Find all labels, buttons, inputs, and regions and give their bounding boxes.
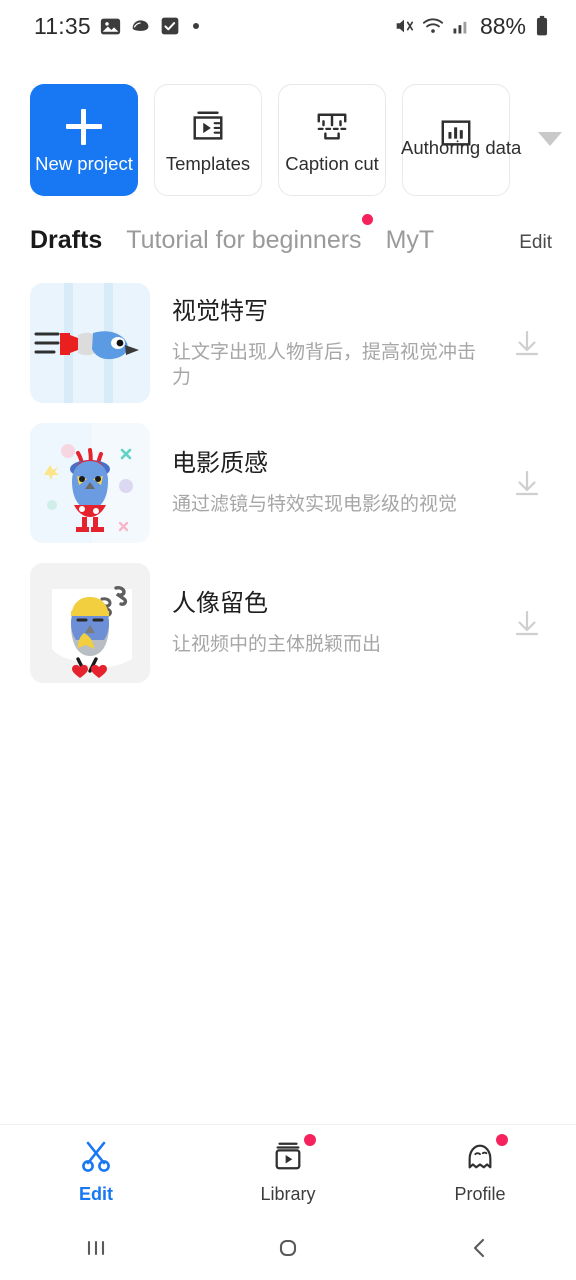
profile-badge xyxy=(496,1133,508,1146)
tab-tutorial-for-beginners[interactable]: Tutorial for beginners xyxy=(126,214,373,255)
authoring-data-button[interactable]: Authoring data xyxy=(401,84,521,196)
checkbox-icon xyxy=(161,17,179,35)
quick-actions-row: New project Templates Caption cut Author… xyxy=(0,52,576,196)
caption-cut-icon xyxy=(313,105,351,149)
new-project-button[interactable]: New project xyxy=(30,84,138,196)
list-item-subtitle: 通过滤镜与特效实现电影级的视觉 xyxy=(172,494,458,516)
scissors-icon xyxy=(75,1137,117,1175)
download-icon[interactable] xyxy=(506,462,548,504)
battery-percent: 88% xyxy=(479,12,526,39)
plus-icon xyxy=(64,105,104,149)
nav-item-edit-label: Edit xyxy=(79,1183,113,1204)
list-item-text: 人像留色 让视频中的主体脱颖而出 xyxy=(172,588,484,658)
system-navigation-bar xyxy=(0,1216,576,1280)
list-item-text: 电影质感 通过滤镜与特效实现电影级的视觉 xyxy=(172,448,484,518)
list-item-subtitle: 让视频中的主体脱颖而出 xyxy=(172,634,382,656)
library-badge xyxy=(304,1133,316,1146)
tab-myt[interactable]: MyT xyxy=(386,226,435,255)
shell-icon xyxy=(132,19,149,31)
status-bar: 11:35 88% xyxy=(0,0,576,52)
new-project-label: New project xyxy=(35,152,133,174)
list-item-title: 视觉特写 xyxy=(172,297,268,325)
drafts-edit-button[interactable]: Edit xyxy=(519,232,552,254)
tab-tutorial-label: Tutorial for beginners xyxy=(126,226,362,254)
list-item-title: 人像留色 xyxy=(172,590,268,618)
blue-bird-pencil-thumbnail xyxy=(30,283,150,403)
list-item-subtitle: 让文字出现人物背后，提高视觉冲击力 xyxy=(172,341,477,388)
sleeping-bird-thumbnail xyxy=(30,563,150,683)
app-screen: 11:35 88% New project Templates Caption … xyxy=(0,0,576,1280)
list-item[interactable]: 视觉特写 让文字出现人物背后，提高视觉冲击力 xyxy=(0,273,576,413)
nav-item-library[interactable]: Library xyxy=(192,1133,384,1205)
back-icon[interactable] xyxy=(384,1233,576,1263)
list-item-text: 视觉特写 让文字出现人物背后，提高视觉冲击力 xyxy=(172,296,484,391)
dot-indicator xyxy=(192,23,199,29)
nav-item-library-label: Library xyxy=(260,1183,316,1204)
signal-icon xyxy=(453,21,467,34)
list-item[interactable]: 人像留色 让视频中的主体脱颖而出 xyxy=(0,553,576,693)
owl-red-hat-thumbnail xyxy=(30,423,150,543)
ghost-icon xyxy=(459,1133,508,1175)
chevron-down-icon[interactable] xyxy=(538,132,562,146)
gallery-icon xyxy=(100,18,120,34)
recents-icon[interactable] xyxy=(0,1233,192,1263)
home-icon[interactable] xyxy=(192,1233,384,1263)
library-video-icon xyxy=(267,1133,316,1175)
tab-tutorial-badge xyxy=(361,214,373,225)
bottom-navigation: Edit Library Profile xyxy=(0,1124,576,1216)
templates-button[interactable]: Templates xyxy=(154,84,262,196)
mute-icon xyxy=(396,19,414,33)
tab-drafts-label: Drafts xyxy=(30,226,103,254)
templates-label: Templates xyxy=(165,152,251,174)
template-video-icon xyxy=(189,105,227,149)
list-item-title: 电影质感 xyxy=(172,450,268,478)
list-item[interactable]: 电影质感 通过滤镜与特效实现电影级的视觉 xyxy=(0,413,576,553)
draft-tabs: Drafts Tutorial for beginners MyT Edit xyxy=(0,196,576,255)
status-bar-right: 88% xyxy=(393,13,550,40)
nav-item-profile-label: Profile xyxy=(454,1183,506,1204)
caption-cut-button[interactable]: Caption cut xyxy=(278,84,386,196)
status-bar-left: 11:35 xyxy=(34,13,199,40)
drafts-list: 视觉特写 让文字出现人物背后，提高视觉冲击力 电影质感 通过滤镜与特效实现电影级… xyxy=(0,255,576,693)
wifi-icon xyxy=(422,18,444,33)
nav-item-edit[interactable]: Edit xyxy=(0,1137,192,1205)
nav-item-profile[interactable]: Profile xyxy=(384,1133,576,1205)
download-icon[interactable] xyxy=(506,602,548,644)
status-time: 11:35 xyxy=(34,12,91,39)
caption-cut-label: Caption cut xyxy=(285,152,379,174)
authoring-data-label: Authoring data xyxy=(401,137,522,158)
download-icon[interactable] xyxy=(506,322,548,364)
tab-drafts[interactable]: Drafts xyxy=(30,226,102,255)
battery-icon xyxy=(536,15,548,36)
tab-myt-label: MyT xyxy=(385,226,435,254)
